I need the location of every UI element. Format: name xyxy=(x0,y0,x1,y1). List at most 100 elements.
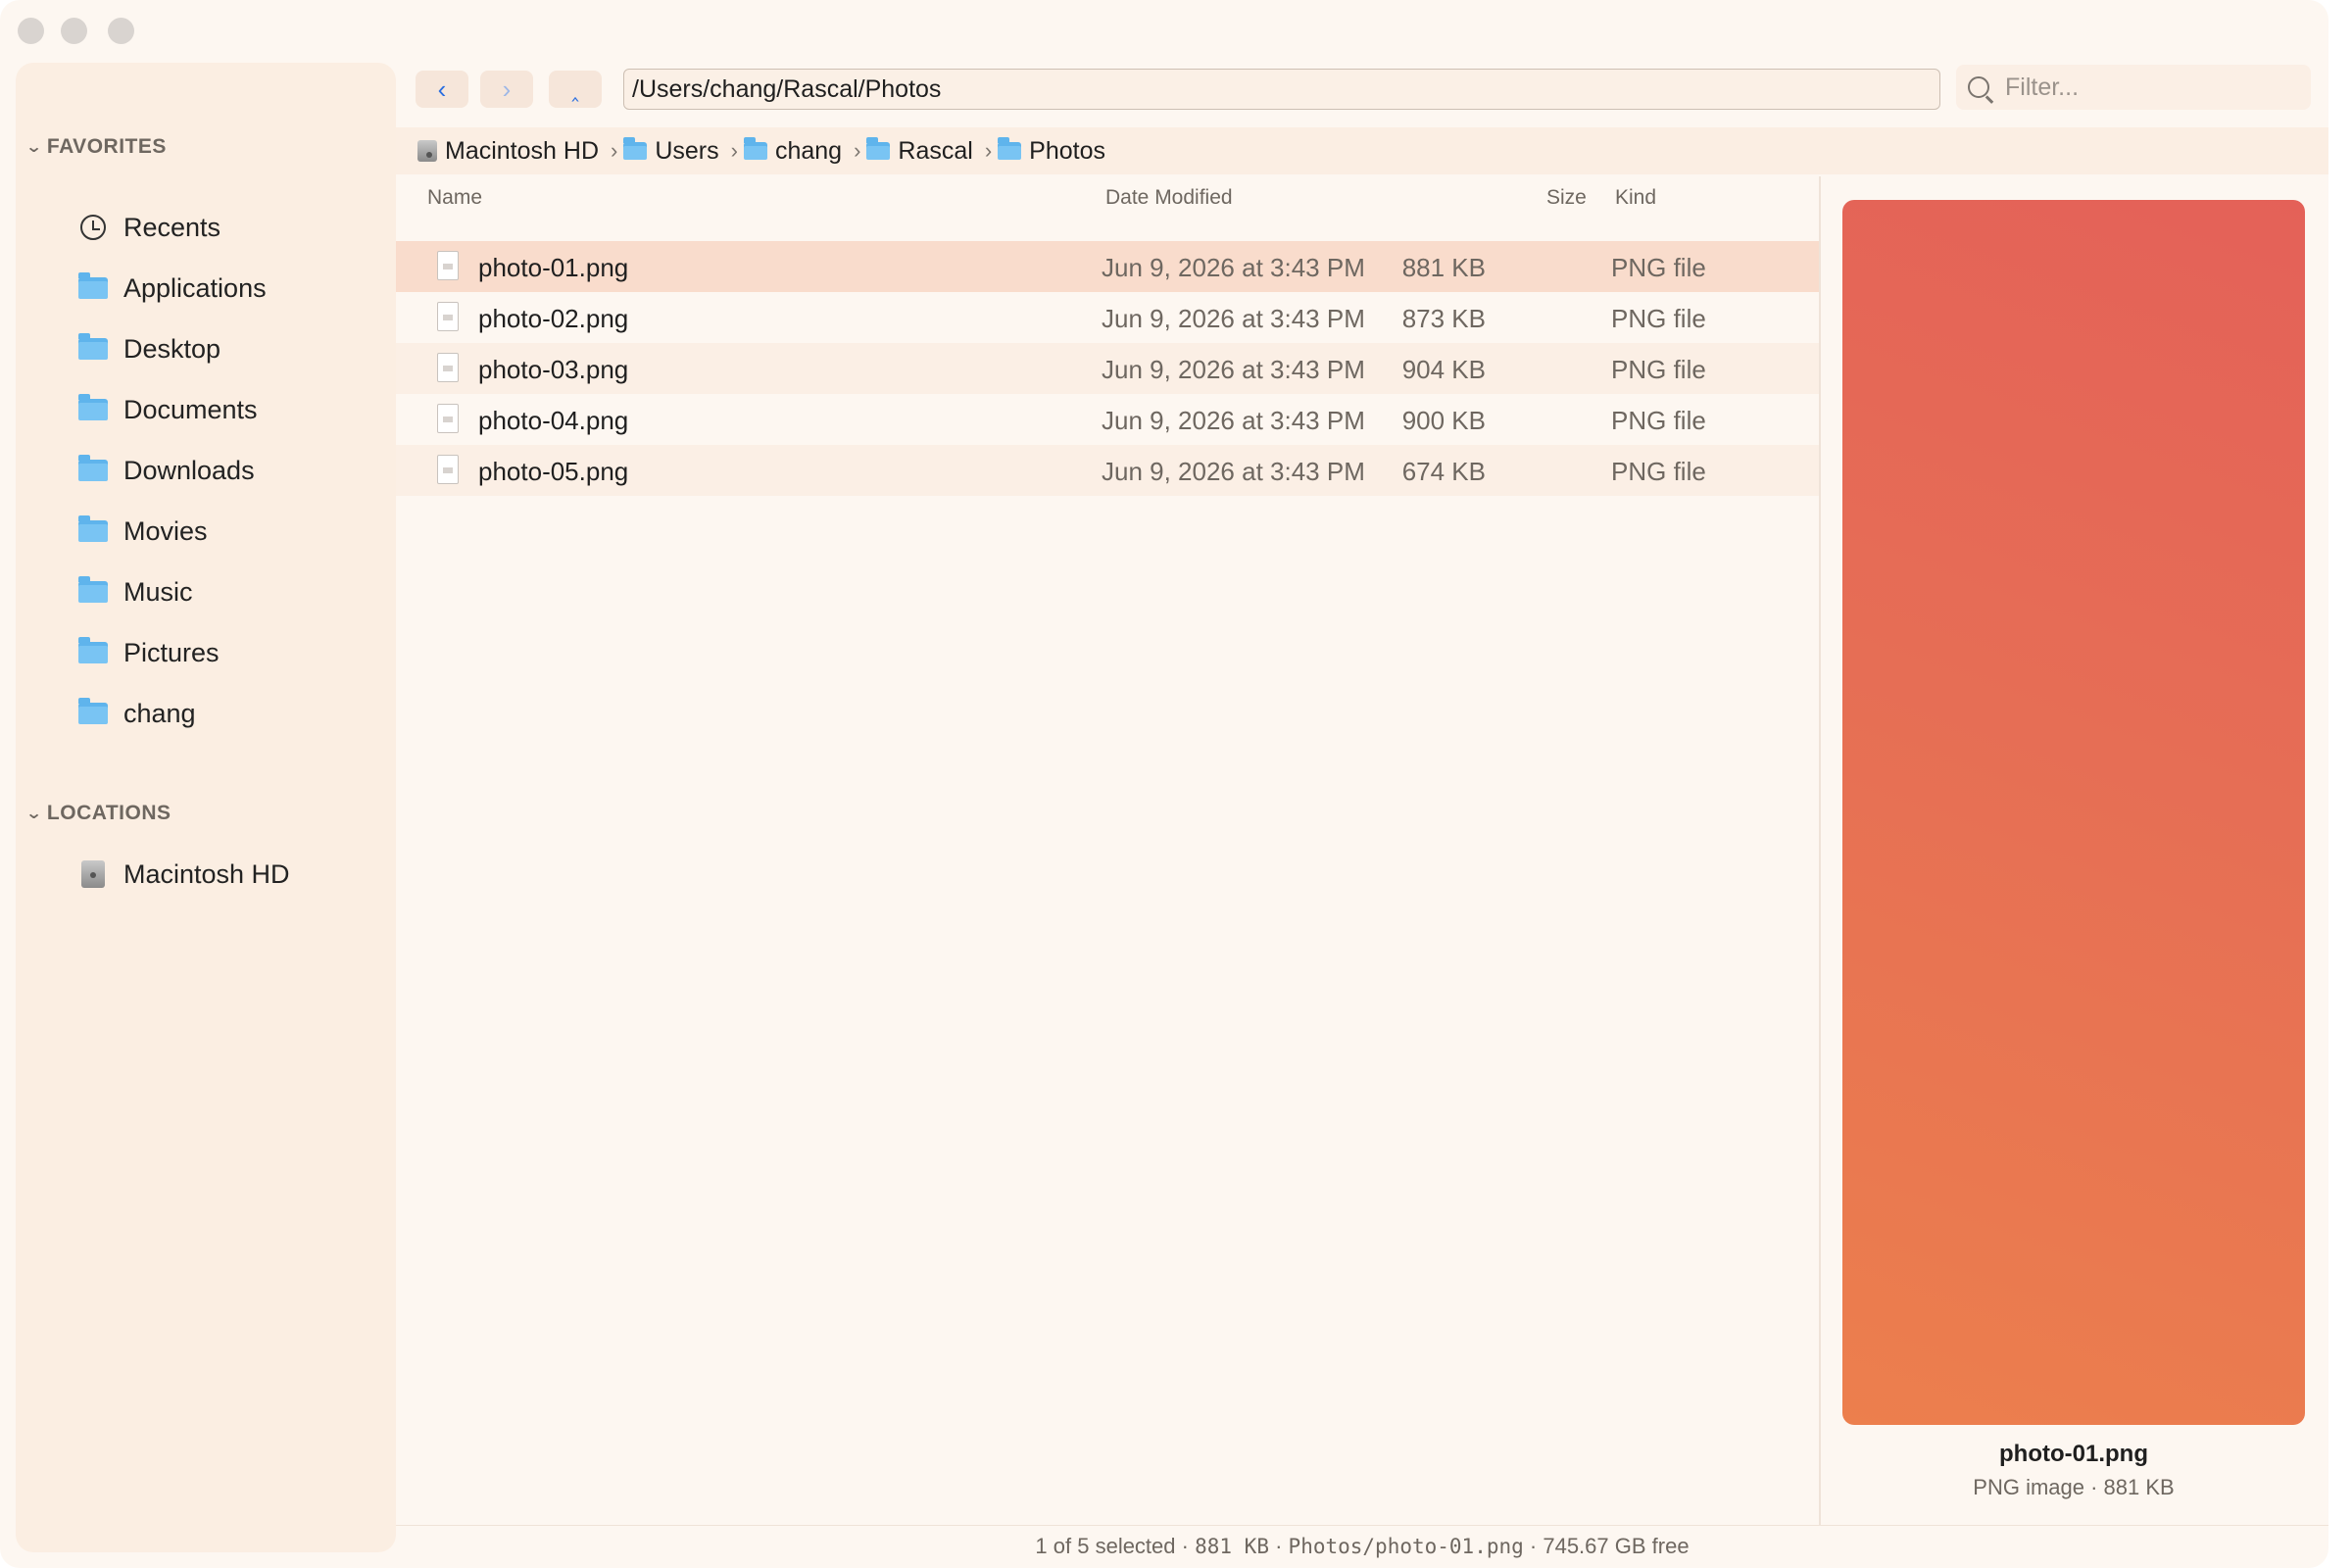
column-header-name[interactable]: Name xyxy=(427,186,482,210)
disk-icon xyxy=(417,140,437,162)
file-size: 674 KB xyxy=(1401,457,1486,486)
png-file-icon xyxy=(437,251,459,280)
file-size: 904 KB xyxy=(1401,355,1486,384)
clock-icon xyxy=(78,215,108,240)
path-value: /Users/chang/Rascal/Photos xyxy=(632,74,942,103)
file-date: Jun 9, 2026 at 3:43 PM xyxy=(1102,406,1365,435)
status-size: 881 KB xyxy=(1195,1535,1269,1558)
forward-button[interactable]: › xyxy=(480,71,533,108)
file-row[interactable]: photo-03.png Jun 9, 2026 at 3:43 PM 904 … xyxy=(396,343,1819,394)
file-name: photo-03.png xyxy=(478,355,629,384)
sidebar-item-label: Movies xyxy=(123,515,208,546)
sidebar-item-desktop[interactable]: Desktop xyxy=(78,325,220,372)
sidebar-item-recents[interactable]: Recents xyxy=(78,204,220,251)
file-name: photo-01.png xyxy=(478,253,629,282)
sidebar-item-label: Music xyxy=(123,576,193,607)
sidebar-item-label: Applications xyxy=(123,272,267,303)
preview-file-meta: PNG image · 881 KB xyxy=(1973,1475,2175,1499)
folder-icon xyxy=(78,394,108,422)
sidebar-item-downloads[interactable]: Downloads xyxy=(78,447,255,494)
breadcrumb-item-rascal[interactable]: Rascal › xyxy=(866,137,998,166)
chevron-up-icon: ‸ xyxy=(571,76,579,101)
applications-folder-icon xyxy=(78,272,108,301)
breadcrumb: Macintosh HD › Users › chang › Rascal › … xyxy=(396,127,2328,174)
folder-icon xyxy=(623,137,648,160)
file-date: Jun 9, 2026 at 3:43 PM xyxy=(1102,457,1365,486)
sidebar-item-label: Recents xyxy=(123,212,221,242)
png-file-icon xyxy=(437,404,459,433)
file-row[interactable]: photo-05.png Jun 9, 2026 at 3:43 PM 674 … xyxy=(396,445,1819,496)
sidebar-item-label: chang xyxy=(123,698,196,728)
png-file-icon xyxy=(437,302,459,331)
status-selection: 1 of 5 selected xyxy=(1035,1534,1176,1558)
folder-icon xyxy=(78,576,108,605)
column-header-size[interactable]: Size xyxy=(1546,186,1587,210)
sidebar-item-documents[interactable]: Documents xyxy=(78,386,258,433)
home-folder-icon xyxy=(743,137,767,160)
folder-icon xyxy=(998,137,1022,160)
file-kind: PNG file xyxy=(1611,355,1706,384)
sidebar-item-music[interactable]: Music xyxy=(78,568,193,615)
chevron-right-icon: › xyxy=(984,138,993,163)
breadcrumb-item-users[interactable]: Users › xyxy=(623,137,744,166)
file-row[interactable]: photo-04.png Jun 9, 2026 at 3:43 PM 900 … xyxy=(396,394,1819,445)
status-path: Photos/photo-01.png xyxy=(1288,1535,1524,1558)
zoom-window-button[interactable] xyxy=(108,18,134,44)
sidebar-item-applications[interactable]: Applications xyxy=(78,265,267,312)
folder-icon xyxy=(866,137,891,160)
folder-icon xyxy=(78,637,108,665)
sidebar-item-label: Documents xyxy=(123,394,258,424)
finder-window: ⌄ FAVORITES Recents Applications Desktop… xyxy=(0,0,2328,1568)
breadcrumb-item-photos[interactable]: Photos xyxy=(998,137,1105,166)
file-row[interactable]: photo-01.png Jun 9, 2026 at 3:43 PM 881 … xyxy=(396,241,1819,292)
status-free-space: 745.67 GB free xyxy=(1543,1534,1690,1558)
file-kind: PNG file xyxy=(1611,457,1706,486)
chevron-right-icon: › xyxy=(611,138,618,163)
preview-file-name: photo-01.png xyxy=(1999,1441,2148,1467)
file-kind: PNG file xyxy=(1611,406,1706,435)
preview-divider[interactable] xyxy=(1819,176,1821,1525)
file-list-header: Name Date Modified Size Kind xyxy=(396,176,1819,220)
column-header-date[interactable]: Date Modified xyxy=(1105,186,1233,210)
chevron-right-icon: › xyxy=(854,138,861,163)
minimize-window-button[interactable] xyxy=(61,18,87,44)
close-window-button[interactable] xyxy=(18,18,44,44)
file-name: photo-02.png xyxy=(478,304,629,333)
file-kind: PNG file xyxy=(1611,304,1706,333)
folder-icon xyxy=(78,515,108,544)
file-date: Jun 9, 2026 at 3:43 PM xyxy=(1102,304,1365,333)
file-date: Jun 9, 2026 at 3:43 PM xyxy=(1102,355,1365,384)
status-bar: 1 of 5 selected · 881 KB · Photos/photo-… xyxy=(396,1525,2328,1568)
sidebar-item-pictures[interactable]: Pictures xyxy=(78,629,220,676)
breadcrumb-item-chang[interactable]: chang › xyxy=(743,137,866,166)
locations-heading: LOCATIONS xyxy=(46,802,172,824)
breadcrumb-item-macintosh-hd[interactable]: Macintosh HD › xyxy=(417,137,623,166)
up-button[interactable]: ‸ xyxy=(549,71,602,108)
file-name: photo-04.png xyxy=(478,406,629,435)
favorites-section-header[interactable]: ⌄ FAVORITES xyxy=(25,135,167,159)
file-row[interactable]: photo-02.png Jun 9, 2026 at 3:43 PM 873 … xyxy=(396,292,1819,343)
back-button[interactable]: ‹ xyxy=(416,71,468,108)
chevron-left-icon: ‹ xyxy=(437,74,447,104)
png-file-icon xyxy=(437,455,459,484)
file-size: 900 KB xyxy=(1401,406,1486,435)
chevron-down-icon: ⌄ xyxy=(24,806,43,822)
file-date: Jun 9, 2026 at 3:43 PM xyxy=(1102,253,1365,282)
chevron-right-icon: › xyxy=(730,138,738,163)
sidebar-item-chang[interactable]: chang xyxy=(78,690,196,737)
folder-icon xyxy=(78,455,108,483)
column-header-kind[interactable]: Kind xyxy=(1615,186,1656,210)
locations-section-header[interactable]: ⌄ LOCATIONS xyxy=(24,802,172,825)
home-folder-icon xyxy=(78,698,108,726)
search-icon xyxy=(1968,76,1989,98)
filter-input[interactable]: Filter... xyxy=(1956,65,2311,110)
image-preview xyxy=(1842,200,2305,1425)
png-file-icon xyxy=(437,353,459,382)
file-kind: PNG file xyxy=(1611,253,1706,282)
sidebar-item-movies[interactable]: Movies xyxy=(78,508,208,555)
path-input[interactable]: /Users/chang/Rascal/Photos xyxy=(623,69,1940,110)
favorites-heading: FAVORITES xyxy=(46,135,167,158)
sidebar-item-macintosh-hd[interactable]: Macintosh HD xyxy=(78,851,290,898)
sidebar-item-label: Pictures xyxy=(123,637,220,667)
sidebar-item-label: Macintosh HD xyxy=(123,858,290,889)
